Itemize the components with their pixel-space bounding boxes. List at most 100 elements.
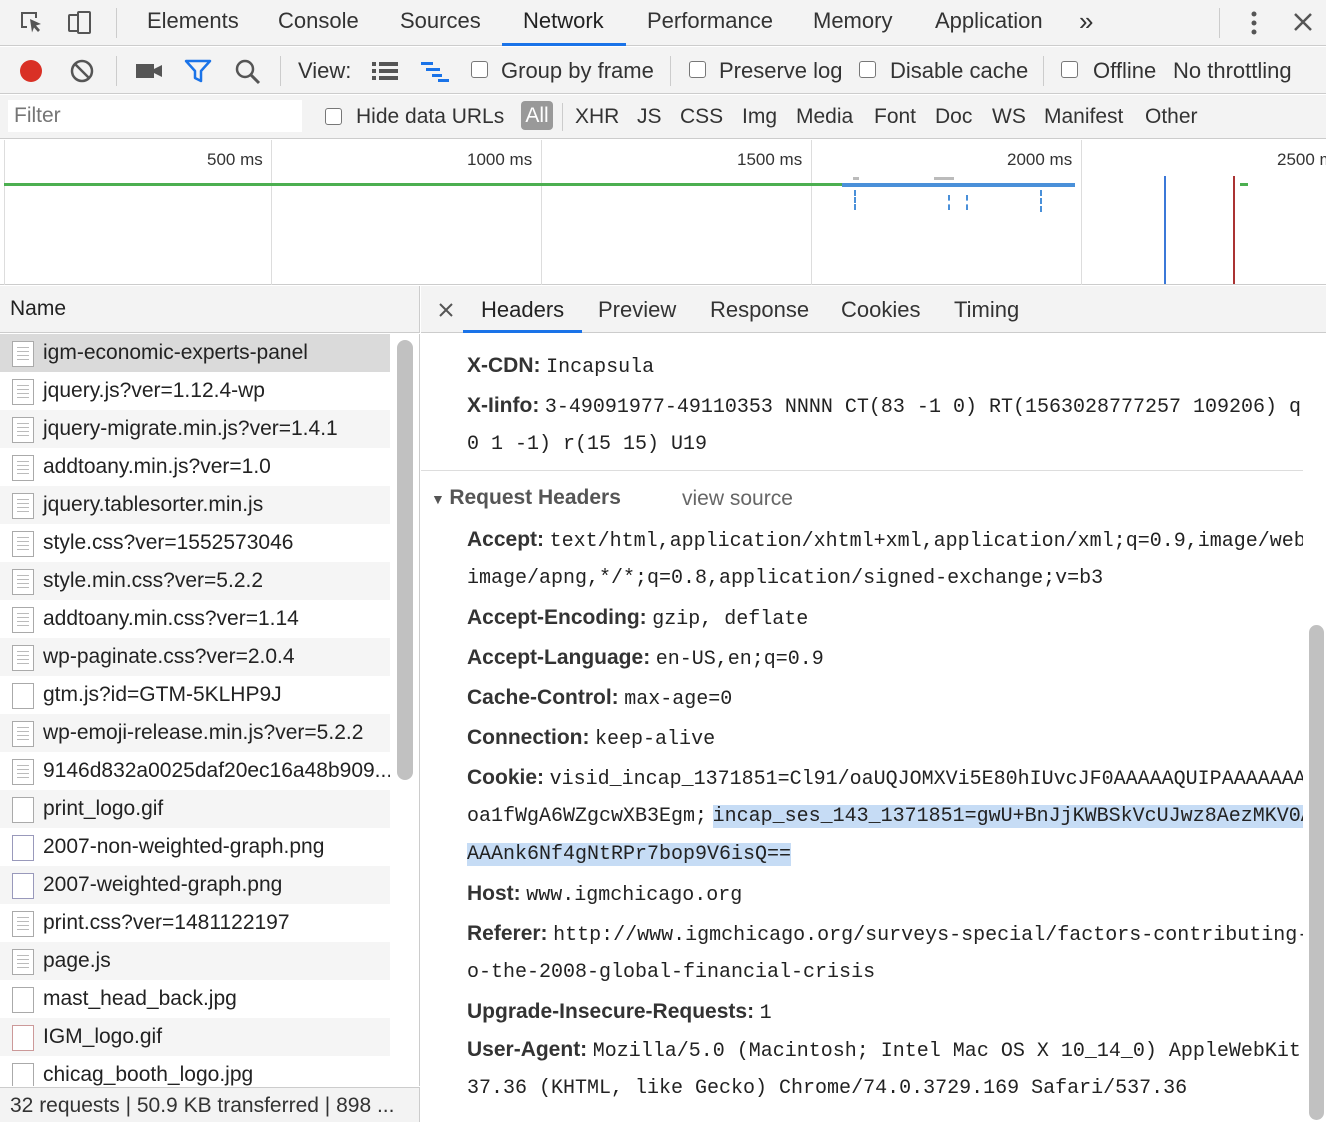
filter-funnel-icon[interactable] [184, 58, 212, 84]
tab-memory[interactable]: Memory [813, 8, 892, 34]
header-x-iinfo-continued: 0 1 -1) r(15 15) U19 [467, 433, 708, 456]
request-row[interactable]: chicag_booth_logo.jpg [0, 1056, 390, 1086]
search-icon[interactable] [234, 58, 262, 86]
close-devtools-icon[interactable] [1292, 11, 1314, 33]
request-row[interactable]: 2007-weighted-graph.png [0, 866, 390, 904]
header-accept[interactable]: Accept: text/html,application/xhtml+xml,… [467, 528, 1303, 553]
type-filter-js[interactable]: JS [637, 105, 662, 129]
device-toolbar-icon[interactable] [66, 9, 94, 37]
view-source-link[interactable]: view source [682, 487, 793, 511]
filter-input[interactable] [8, 100, 302, 132]
request-row[interactable]: igm-economic-experts-panel [0, 334, 390, 372]
tab-elements[interactable]: Elements [147, 8, 239, 34]
type-filter-all[interactable]: All [521, 101, 553, 130]
header-cookie[interactable]: Cookie: visid_incap_1371851=Cl91/oaUQJOM… [467, 766, 1303, 791]
tick-label: 500 ms [207, 150, 263, 169]
request-row[interactable]: style.min.css?ver=5.2.2 [0, 562, 390, 600]
header-x-cdn[interactable]: X-CDN: Incapsula [467, 354, 654, 379]
tab-timing[interactable]: Timing [954, 297, 1019, 323]
request-row[interactable]: IGM_logo.gif [0, 1018, 390, 1056]
waterfall-overview-icon[interactable] [420, 60, 450, 82]
request-row[interactable]: mast_head_back.jpg [0, 980, 390, 1018]
request-row[interactable]: jquery-migrate.min.js?ver=1.4.1 [0, 410, 390, 448]
type-filter-ws[interactable]: WS [992, 105, 1026, 129]
preserve-log-label: Preserve log [719, 58, 843, 83]
tab-network[interactable]: Network [523, 8, 604, 34]
request-headers-title: Request Headers [449, 486, 621, 509]
tab-performance[interactable]: Performance [647, 8, 773, 34]
header-accept-language[interactable]: Accept-Language: en-US,en;q=0.9 [467, 646, 824, 671]
type-filter-manifest[interactable]: Manifest [1044, 105, 1123, 129]
clear-icon[interactable] [69, 58, 95, 84]
request-row[interactable]: 2007-non-weighted-graph.png [0, 828, 390, 866]
header-cache-control[interactable]: Cache-Control: max-age=0 [467, 686, 732, 711]
header-upgrade-insecure-requests[interactable]: Upgrade-Insecure-Requests: 1 [467, 1000, 772, 1025]
tab-application[interactable]: Application [935, 8, 1043, 34]
request-row[interactable]: addtoany.min.css?ver=1.14 [0, 600, 390, 638]
tab-headers[interactable]: Headers [481, 297, 564, 323]
record-icon[interactable] [18, 58, 44, 84]
stylesheet-file-icon [12, 569, 34, 595]
header-referer[interactable]: Referer: http://www.igmchicago.org/surve… [467, 922, 1303, 947]
tab-preview[interactable]: Preview [598, 297, 676, 323]
header-x-iinfo[interactable]: X-Iinfo: 3-49091977-49110353 NNNN CT(83 … [467, 394, 1301, 419]
network-summary-status: 32 requests | 50.9 KB transferred | 898 … [0, 1087, 420, 1122]
image-file-icon [12, 797, 34, 823]
request-row[interactable]: wp-paginate.css?ver=2.0.4 [0, 638, 390, 676]
tab-console[interactable]: Console [278, 8, 359, 34]
tab-cookies[interactable]: Cookies [841, 297, 920, 323]
request-headers-section-toggle[interactable]: ▼ Request Headers [431, 486, 621, 510]
filter-bar: Hide data URLs All XHR JS CSS Img Media … [0, 95, 1326, 139]
header-host[interactable]: Host: www.igmchicago.org [467, 882, 742, 907]
preserve-log-checkbox[interactable] [689, 61, 706, 78]
header-accept-continued: image/apng,*/*;q=0.8,application/signed-… [467, 567, 1104, 590]
image-thumbnail-icon [12, 835, 34, 861]
expand-triangle-icon: ▼ [431, 491, 445, 507]
tab-response[interactable]: Response [710, 297, 809, 323]
timeline-download-bar [842, 183, 1075, 187]
request-row[interactable]: style.css?ver=1552573046 [0, 524, 390, 562]
type-filter-font[interactable]: Font [874, 105, 916, 129]
offline-checkbox[interactable] [1061, 61, 1078, 78]
close-details-icon[interactable] [438, 302, 454, 318]
request-list-scrollbar[interactable] [397, 340, 413, 780]
type-filter-media[interactable]: Media [796, 105, 853, 129]
request-row[interactable]: gtm.js?id=GTM-5KLHP9J [0, 676, 390, 714]
request-row[interactable]: 9146d832a0025daf20ec16a48b909... [0, 752, 390, 790]
header-user-agent[interactable]: User-Agent: Mozilla/5.0 (Macintosh; Inte… [467, 1038, 1301, 1063]
inspect-element-icon[interactable] [18, 9, 46, 37]
image-thumbnail-icon [12, 987, 34, 1013]
more-tabs-chevron-icon[interactable]: » [1079, 6, 1093, 37]
hide-data-urls-checkbox[interactable] [325, 108, 342, 125]
divider [1219, 8, 1220, 38]
kebab-menu-icon[interactable] [1244, 8, 1264, 38]
type-filter-other[interactable]: Other [1145, 105, 1198, 129]
request-row[interactable]: page.js [0, 942, 390, 980]
image-thumbnail-icon [12, 1025, 34, 1051]
request-row[interactable]: print.css?ver=1481122197 [0, 904, 390, 942]
type-filter-img[interactable]: Img [742, 105, 777, 129]
tab-sources[interactable]: Sources [400, 8, 481, 34]
document-file-icon [12, 341, 34, 367]
name-column-header[interactable]: Name [0, 286, 420, 333]
type-filter-doc[interactable]: Doc [935, 105, 972, 129]
header-connection[interactable]: Connection: keep-alive [467, 726, 715, 751]
header-accept-encoding[interactable]: Accept-Encoding: gzip, deflate [467, 606, 808, 631]
request-row[interactable]: wp-emoji-release.min.js?ver=5.2.2 [0, 714, 390, 752]
request-row[interactable]: jquery.js?ver=1.12.4-wp [0, 372, 390, 410]
request-row[interactable]: addtoany.min.js?ver=1.0 [0, 448, 390, 486]
large-rows-list-icon[interactable] [371, 60, 399, 82]
active-tab-indicator [502, 43, 626, 46]
disable-cache-checkbox[interactable] [859, 61, 876, 78]
group-by-frame-checkbox[interactable] [471, 61, 488, 78]
group-by-frame-label: Group by frame [501, 58, 654, 83]
headers-panel-scrollbar[interactable] [1309, 625, 1324, 1120]
network-overview-timeline[interactable]: 500 ms 1000 ms 1500 ms 2000 ms 2500 ms [0, 140, 1326, 285]
request-list: igm-economic-experts-panel jquery.js?ver… [0, 334, 420, 1086]
request-row[interactable]: print_logo.gif [0, 790, 390, 828]
screenshot-camera-icon[interactable] [135, 60, 163, 82]
request-row[interactable]: jquery.tablesorter.min.js [0, 486, 390, 524]
type-filter-css[interactable]: CSS [680, 105, 723, 129]
type-filter-xhr[interactable]: XHR [575, 105, 619, 129]
throttling-select[interactable]: No throttling [1173, 58, 1292, 84]
